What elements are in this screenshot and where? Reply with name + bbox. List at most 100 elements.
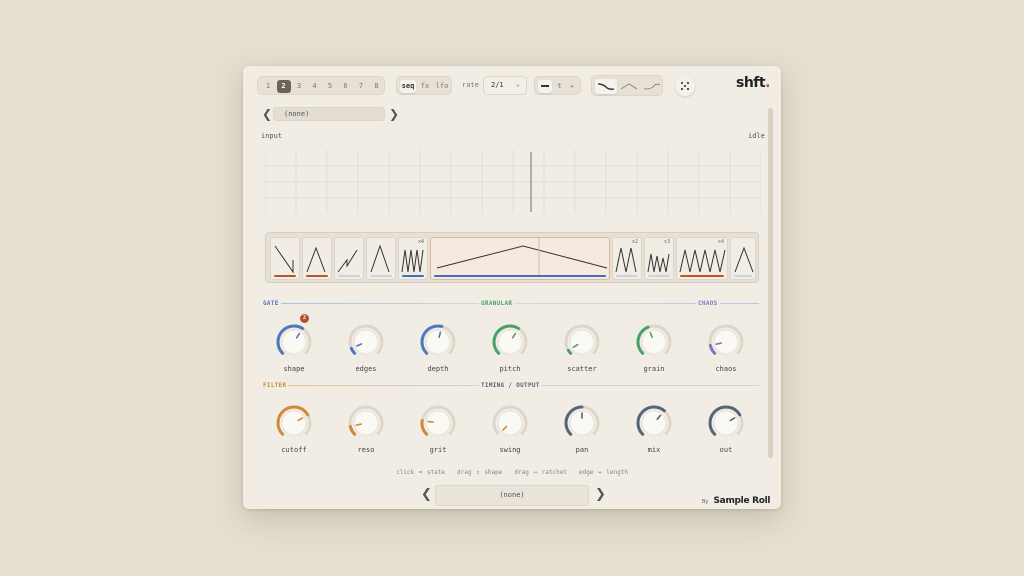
step-shape-icon <box>647 253 670 273</box>
knob-edges[interactable] <box>346 322 386 362</box>
step-shape-path <box>274 245 294 274</box>
shape-mode-group: t ▸ <box>534 76 581 95</box>
brand-by: By <box>702 499 709 505</box>
pattern-step[interactable] <box>366 237 396 280</box>
interaction-hints: click = state drag ↕ shape drag ↔ ratchet e… <box>243 469 781 476</box>
slot-8-button[interactable]: 8 <box>370 80 384 93</box>
randomize-button[interactable] <box>675 76 695 96</box>
knob-grit[interactable] <box>418 403 458 443</box>
pattern-step[interactable] <box>302 237 332 280</box>
pattern-step[interactable]: x2 <box>612 237 642 280</box>
knob-shape[interactable] <box>274 322 314 362</box>
knob-dial-icon <box>564 405 600 436</box>
pattern-step[interactable]: x4 <box>398 237 428 280</box>
knob-dial-icon <box>492 324 528 355</box>
slot-3-button[interactable]: 3 <box>292 80 306 93</box>
knob-value-arc <box>708 343 717 355</box>
preset-bottom-prev-button[interactable]: ❮ <box>421 488 432 501</box>
pattern-step[interactable] <box>270 237 300 280</box>
line-mode-button[interactable] <box>538 80 552 93</box>
step-state-bar <box>370 275 392 277</box>
knob-body <box>641 410 667 436</box>
slot-2-button[interactable]: 2 <box>276 80 291 93</box>
knob-swing[interactable] <box>490 403 530 443</box>
knob-dial-icon <box>708 405 744 436</box>
knob-pitch[interactable] <box>490 322 530 362</box>
curve-log-icon <box>643 83 661 90</box>
step-shape-path <box>306 246 326 273</box>
curve-peak-button[interactable] <box>618 79 640 94</box>
knob-out[interactable] <box>706 403 746 443</box>
status-label: idle <box>748 132 765 140</box>
brand-mark: By Sample Roll <box>702 488 770 507</box>
step-shape-icon <box>370 244 390 273</box>
scrollbar[interactable] <box>768 108 773 458</box>
knob-grain[interactable] <box>634 322 674 362</box>
ratchet-label: x4 <box>417 239 424 245</box>
knob-label-depth: depth <box>427 365 449 373</box>
preset-top-field[interactable]: (none) <box>273 107 385 121</box>
slot-5-button[interactable]: 5 <box>323 80 337 93</box>
knob-pan[interactable] <box>562 403 602 443</box>
knob-dial-icon <box>564 324 600 355</box>
knob-pointer <box>427 420 434 424</box>
slot-1-button[interactable]: 1 <box>261 80 275 93</box>
plugin-window: 12345678 seqfxlfo rate 2/1 ⌄ t ▸ shft. <box>243 66 781 509</box>
knob-mix[interactable] <box>634 403 674 443</box>
step-state-bar <box>734 275 752 277</box>
knob-label-chaos: chaos <box>715 365 737 373</box>
step-state-bar <box>680 275 724 277</box>
hint-text: drag ↕ shape <box>457 469 503 476</box>
play-mode-button[interactable]: ▸ <box>566 80 579 93</box>
tab-seq[interactable]: seq <box>400 80 416 93</box>
t-mode-button[interactable]: t <box>553 80 566 93</box>
tab-lfo[interactable]: lfo <box>434 80 450 93</box>
knob-label-edges: edges <box>355 365 377 373</box>
step-state-bar <box>434 275 606 277</box>
knob-label-grit: grit <box>429 446 447 454</box>
slot-4-button[interactable]: 4 <box>308 80 322 93</box>
step-shape-path <box>734 246 754 273</box>
preset-top-next-button[interactable]: ❯ <box>389 108 399 120</box>
preset-bottom-next-button[interactable]: ❯ <box>595 488 606 501</box>
step-shape-icon <box>734 246 754 273</box>
tab-fx[interactable]: fx <box>417 80 433 93</box>
knob-scatter[interactable] <box>562 322 602 362</box>
knob-cutoff[interactable] <box>274 403 314 443</box>
section-chaos: CHAOS <box>696 300 720 307</box>
rate-select[interactable]: 2/1 ⌄ <box>483 76 527 95</box>
pattern-step[interactable] <box>730 237 756 280</box>
hint-text: click = state <box>396 469 446 476</box>
knob-dial-icon <box>636 324 672 355</box>
step-shape-icon <box>436 238 608 276</box>
knob-dial-icon <box>420 324 456 355</box>
pattern-step[interactable] <box>430 237 610 280</box>
pattern-step[interactable]: x4 <box>676 237 728 280</box>
knob-label-grain: grain <box>643 365 665 373</box>
step-shape-path <box>615 247 637 273</box>
knob-dial-icon <box>636 405 672 436</box>
brand-name: Sample Roll <box>713 496 771 506</box>
curve-exp-button[interactable] <box>595 79 617 94</box>
line-icon <box>541 85 549 87</box>
knob-body <box>569 329 595 355</box>
knob-reso[interactable] <box>346 403 386 443</box>
slot-6-button[interactable]: 6 <box>339 80 353 93</box>
preset-bottom-field[interactable]: (none) <box>435 485 589 506</box>
rate-label: rate <box>462 81 479 89</box>
preset-top-prev-button[interactable]: ❮ <box>262 108 272 120</box>
knob-label-pan: pan <box>575 446 589 454</box>
pattern-step[interactable]: x3 <box>644 237 674 280</box>
mode-tabs: seq fx lfo <box>396 76 452 95</box>
knob-dial-icon <box>708 324 744 355</box>
ratchet-label: x2 <box>631 239 638 245</box>
knob-dial-icon <box>348 324 384 355</box>
pattern-step[interactable] <box>334 237 364 280</box>
slot-7-button[interactable]: 7 <box>354 80 368 93</box>
knob-chaos[interactable] <box>706 322 746 362</box>
modulation-badge[interactable]: 2 <box>300 314 309 323</box>
knob-depth[interactable] <box>418 322 458 362</box>
curve-log-button[interactable] <box>641 79 663 94</box>
curve-exp-icon <box>597 83 615 90</box>
step-shape-path <box>370 244 390 273</box>
